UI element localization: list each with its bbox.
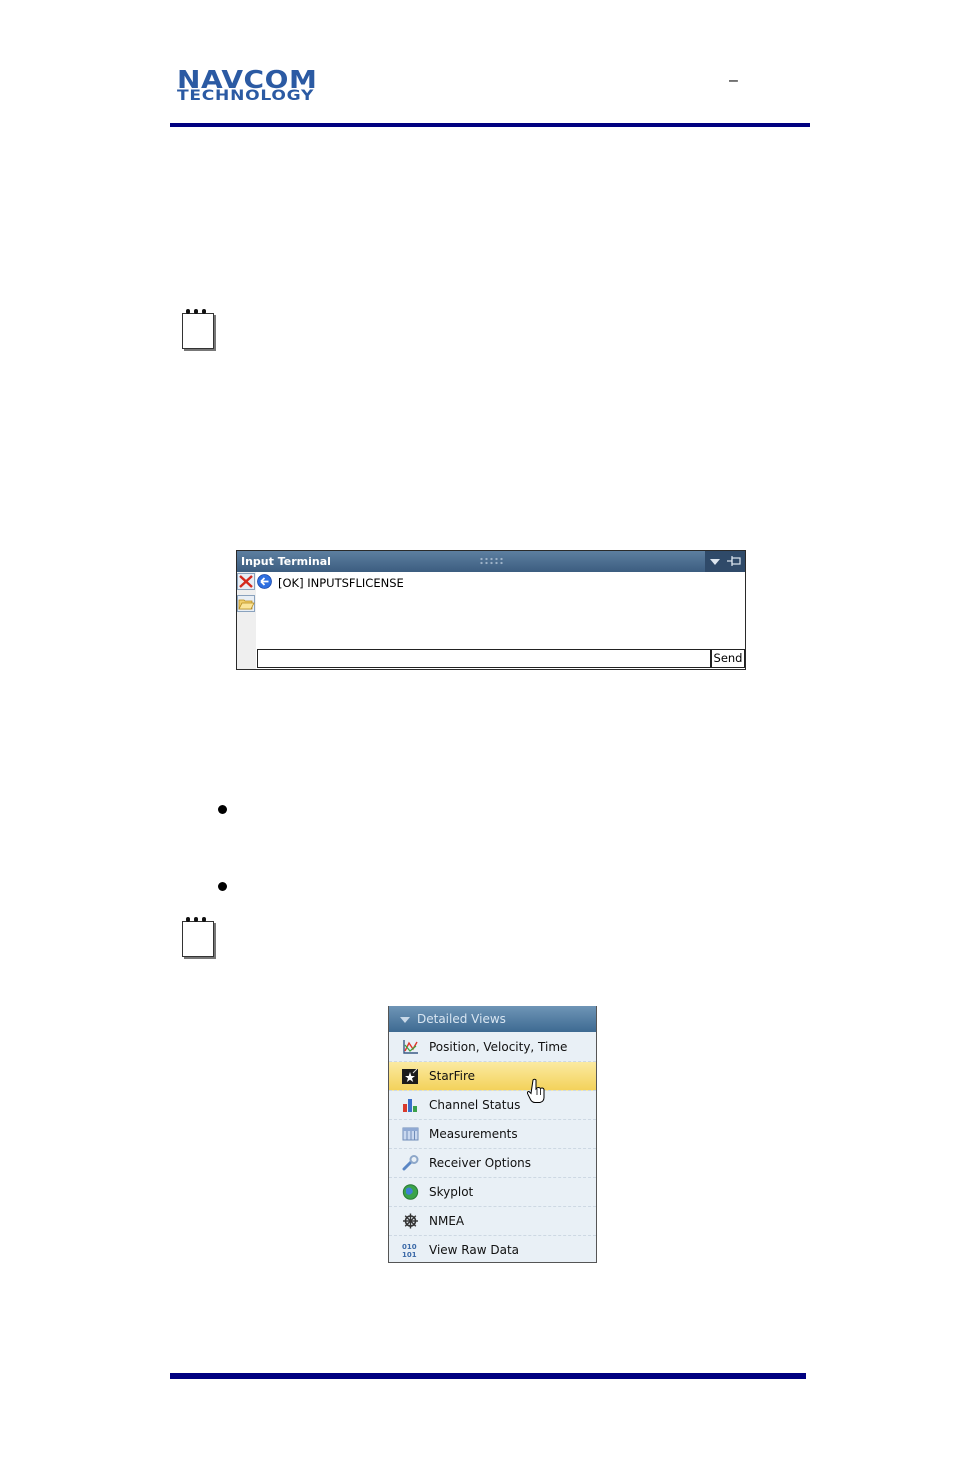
terminal-output: [OK] INPUTSFLICENSE: [257, 574, 745, 592]
binary-icon: 010 101: [402, 1243, 417, 1258]
terminal-controls: [705, 551, 745, 572]
starfire-icon: [402, 1068, 418, 1084]
detailed-views-header[interactable]: Detailed Views: [389, 1006, 596, 1032]
dropdown-icon[interactable]: [710, 559, 720, 565]
bullet-point: [218, 882, 227, 891]
input-terminal: Input Terminal [OK] INPUTSFLICENSE Send: [236, 550, 746, 670]
view-item-raw-data[interactable]: 010 101 View Raw Data: [389, 1236, 596, 1264]
navcom-logo: NAVCOM TECHNOLOGY: [177, 67, 361, 104]
view-item-pvt[interactable]: Position, Velocity, Time: [389, 1033, 596, 1062]
view-item-label: View Raw Data: [429, 1243, 519, 1257]
svg-text:101: 101: [402, 1251, 417, 1258]
header-rule: [170, 123, 810, 127]
pin-icon[interactable]: [727, 555, 741, 567]
hand-cursor-icon: [527, 1078, 545, 1103]
table-icon: [402, 1127, 419, 1141]
collapse-chevron-icon[interactable]: [400, 1017, 410, 1023]
terminal-title: Input Terminal: [241, 555, 331, 568]
view-item-label: Channel Status: [429, 1098, 521, 1112]
clear-icon[interactable]: [237, 573, 255, 590]
globe-icon: [402, 1184, 419, 1200]
bar-chart-icon: [403, 1099, 417, 1112]
wrench-icon: [402, 1155, 419, 1171]
command-input[interactable]: [257, 649, 711, 668]
view-item-nmea[interactable]: NMEA: [389, 1207, 596, 1236]
view-item-label: StarFire: [429, 1069, 476, 1083]
logo-subtitle: TECHNOLOGY: [177, 88, 315, 104]
open-folder-icon[interactable]: [237, 595, 255, 612]
view-item-label: Measurements: [429, 1127, 518, 1141]
header-dash: –: [729, 72, 738, 89]
terminal-toolbar: [237, 572, 256, 669]
bullet-point: [218, 805, 227, 814]
ship-wheel-icon: [403, 1213, 418, 1229]
detailed-views-panel: Detailed Views Position, Velocity, Time …: [388, 1006, 597, 1263]
terminal-output-line: [OK] INPUTSFLICENSE: [278, 576, 404, 590]
view-item-channel-status[interactable]: Channel Status: [389, 1091, 596, 1120]
send-button[interactable]: Send: [711, 649, 745, 668]
view-item-measurements[interactable]: Measurements: [389, 1120, 596, 1149]
notepad-icon: [180, 309, 216, 353]
view-item-skyplot[interactable]: Skyplot: [389, 1178, 596, 1207]
view-item-starfire[interactable]: StarFire: [389, 1062, 596, 1091]
view-item-label: Receiver Options: [429, 1156, 532, 1170]
view-item-label: NMEA: [429, 1214, 465, 1228]
view-item-label: Skyplot: [429, 1185, 474, 1199]
svg-text:010: 010: [402, 1243, 417, 1251]
panel-title: Detailed Views: [417, 1012, 506, 1026]
pvt-chart-icon: [403, 1040, 418, 1054]
view-item-label: Position, Velocity, Time: [429, 1040, 568, 1054]
view-item-receiver-options[interactable]: Receiver Options: [389, 1149, 596, 1178]
terminal-title-bar[interactable]: Input Terminal: [237, 551, 745, 572]
notepad-icon: [180, 917, 216, 961]
back-arrow-icon: [257, 574, 272, 589]
footer-rule: [170, 1373, 806, 1379]
drag-grip-icon[interactable]: [479, 557, 503, 565]
